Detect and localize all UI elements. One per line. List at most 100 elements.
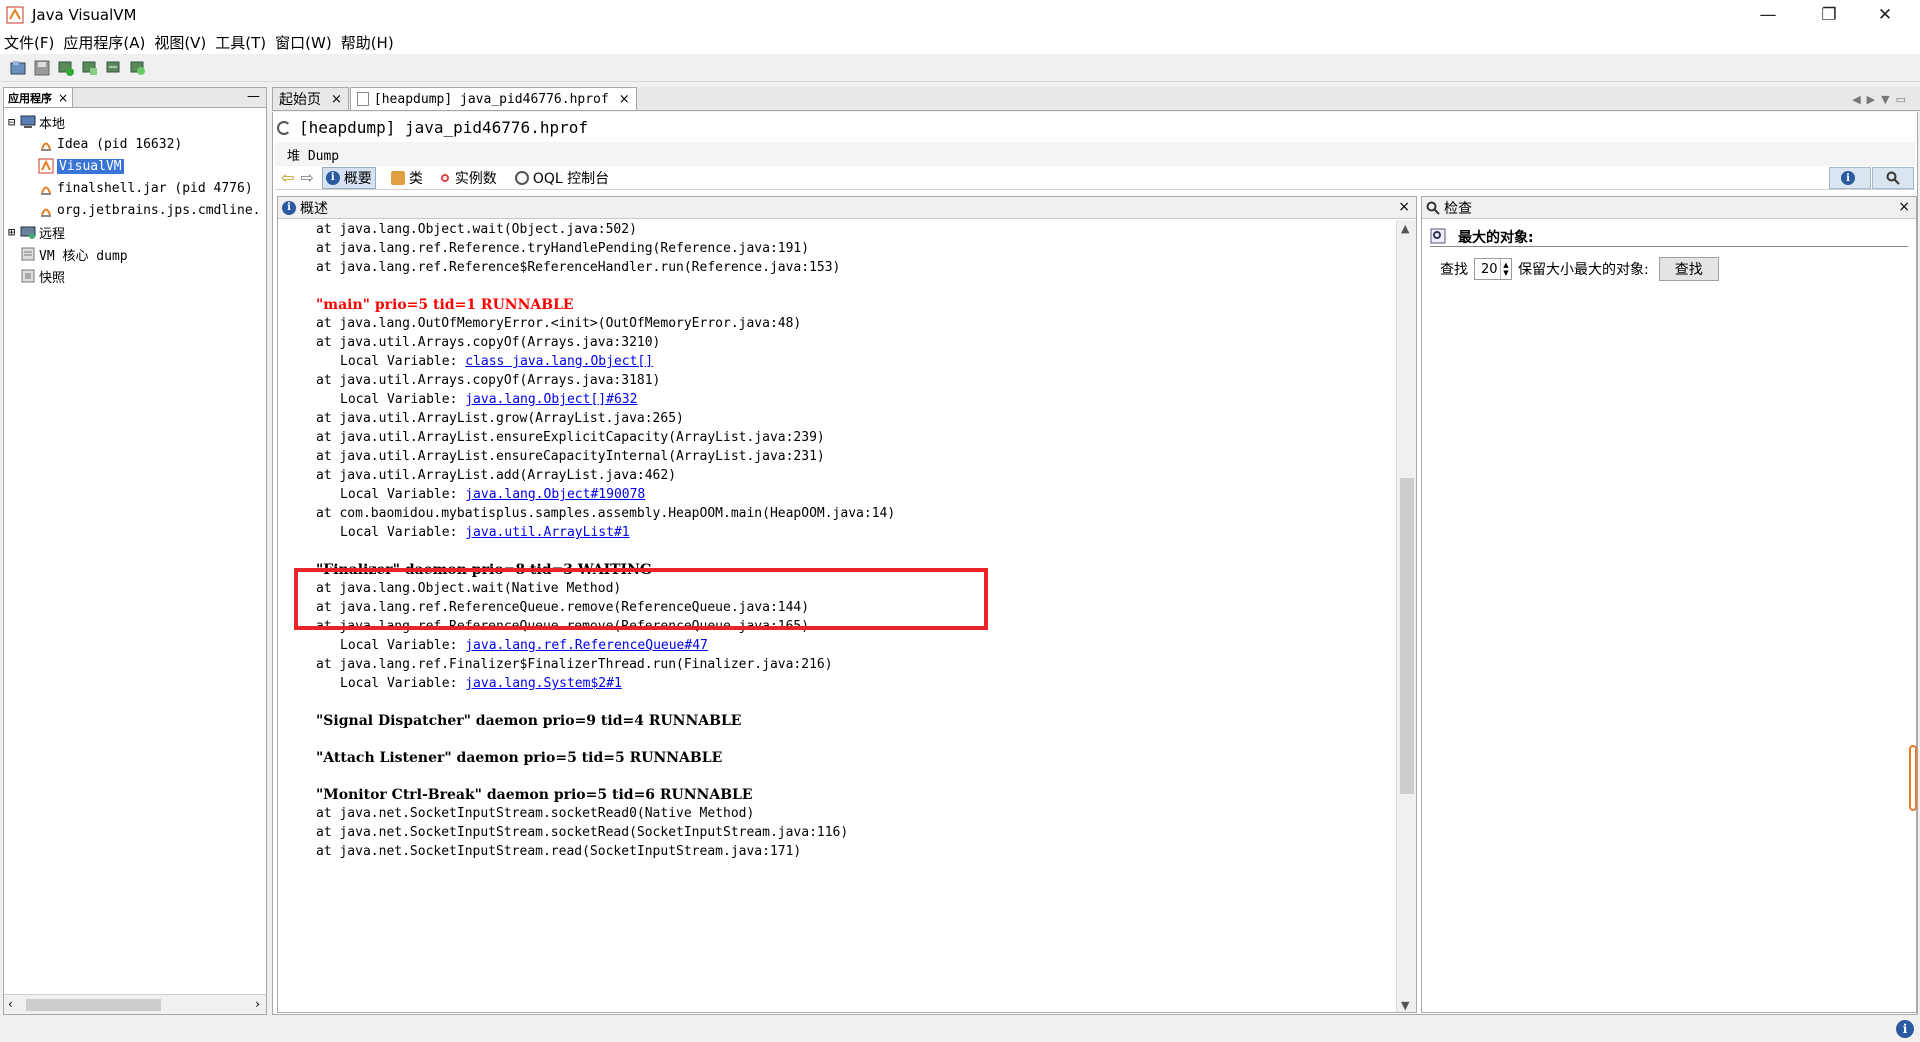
menu-tools[interactable]: 工具(T) [215, 32, 266, 53]
scrollbar-thumb[interactable] [26, 999, 161, 1011]
stack-line: at java.lang.ref.Reference$ReferenceHand… [316, 260, 841, 275]
collapse-icon[interactable]: ⊟ [8, 115, 20, 129]
tab-heapdump[interactable]: [heapdump] java_pid46776.hprof × [349, 87, 637, 110]
scroll-right-icon[interactable]: › [255, 997, 260, 1011]
scrollbar-thumb[interactable] [1400, 478, 1414, 794]
menu-applications[interactable]: 应用程序(A) [63, 32, 145, 53]
show-inspect-button[interactable] [1872, 167, 1914, 189]
thread-header: "Attach Listener" daemon prio=5 tid=5 RU… [316, 750, 723, 766]
menu-help[interactable]: 帮助(H) [341, 32, 394, 53]
tab-start-page[interactable]: 起始页 × [272, 87, 349, 110]
magnifier-icon [1886, 171, 1900, 185]
forward-arrow-icon[interactable]: ⇨ [300, 168, 313, 187]
tree-label-finalshell: finalshell.jar (pid 4776) [57, 180, 253, 196]
local-variable-link[interactable]: java.lang.System$2#1 [465, 676, 622, 691]
local-variable-link[interactable]: java.util.ArrayList#1 [465, 525, 629, 540]
edge-scroll-indicator [1909, 745, 1917, 811]
thread-dump-button[interactable] [104, 58, 124, 78]
save-button[interactable] [32, 58, 52, 78]
object-count-value: 20 [1481, 261, 1498, 277]
local-variable-link[interactable]: java.lang.ref.ReferenceQueue#47 [465, 638, 708, 653]
jmx-connection-icon [58, 61, 74, 76]
add-jmx-connection-button[interactable] [56, 58, 76, 78]
close-icon[interactable]: × [619, 92, 630, 107]
thread-header: "main" prio=5 tid=1 RUNNABLE [316, 297, 574, 313]
tree-label-visualvm: VisualVM [57, 158, 124, 174]
heap-dump-subtitle: 堆 Dump [287, 148, 340, 164]
overview-content: at java.lang.Object.wait(Object.java:502… [278, 220, 1396, 1012]
back-arrow-icon[interactable]: ⇦ [281, 168, 294, 187]
heap-dump-button[interactable] [80, 58, 100, 78]
tree-node-snapshots[interactable]: 快照 [20, 266, 65, 286]
scroll-left-icon[interactable]: ‹ [8, 997, 13, 1011]
document-title: [heapdump] java_pid46776.hprof [277, 118, 588, 137]
find-button[interactable]: 查找 [1658, 257, 1719, 281]
scroll-down-icon[interactable]: ▼ [1401, 999, 1409, 1012]
snapshot-button[interactable] [128, 58, 148, 78]
heapdump-document: [heapdump] java_pid46776.hprof 堆 Dump ⇦ … [272, 112, 1918, 1015]
tab-navigation-icons[interactable]: ◀▶▼▭ [1852, 93, 1912, 106]
menu-window[interactable]: 窗口(W) [275, 32, 332, 53]
menu-view[interactable]: 视图(V) [154, 32, 206, 53]
thread-header: "Monitor Ctrl-Break" daemon prio=5 tid=6… [316, 787, 753, 803]
main-toolbar [0, 54, 1920, 82]
tree-node-vm-core-dump[interactable]: VM 核心 dump [20, 244, 128, 264]
window-title: Java VisualVM [32, 6, 137, 24]
close-icon[interactable]: × [58, 91, 68, 105]
stack-line: at java.util.ArrayList.grow(ArrayList.ja… [316, 411, 684, 426]
local-variable-link[interactable]: class java.lang.Object[] [465, 354, 653, 369]
applications-tabbar: 应用程序 × — [4, 88, 266, 108]
notification-info-icon[interactable]: i [1896, 1020, 1914, 1038]
local-variable-label: Local Variable: [340, 638, 466, 653]
scroll-up-icon[interactable]: ▲ [1401, 222, 1409, 235]
thread-header: "Signal Dispatcher" daemon prio=9 tid=4 … [316, 713, 742, 729]
close-icon[interactable]: × [331, 92, 342, 107]
horizontal-scrollbar[interactable]: ‹ › [4, 994, 266, 1014]
snapshot-folder-icon [21, 269, 35, 283]
load-snapshot-icon [10, 60, 26, 74]
tree-node-idea[interactable]: Idea (pid 16632) [38, 134, 182, 154]
close-window-button[interactable]: ✕ [1862, 0, 1908, 30]
java-process-icon [41, 208, 51, 217]
find-biggest-row: 查找 20 ▲ ▼ 保留大小最大的对象: 查找 [1440, 257, 1719, 281]
red-highlight-box [294, 568, 988, 630]
tab-start-page-label: 起始页 [279, 92, 321, 108]
oql-icon [514, 170, 529, 185]
local-variable-link[interactable]: java.lang.Object[]#632 [465, 392, 637, 407]
document-title-text: [heapdump] java_pid46776.hprof [299, 118, 588, 137]
maximize-button[interactable]: ❐ [1806, 0, 1852, 30]
minimize-panel-button[interactable]: — [247, 89, 260, 104]
view-instances-button[interactable]: 实例数 [438, 167, 500, 189]
local-variable-link[interactable]: java.lang.Object#190078 [465, 487, 645, 502]
minimize-button[interactable]: — [1745, 0, 1791, 30]
close-icon[interactable]: × [1398, 199, 1410, 215]
applications-tab[interactable]: 应用程序 × [4, 88, 74, 107]
local-variable-line: Local Variable: java.lang.Object#190078 [340, 485, 645, 505]
menu-file[interactable]: 文件(F) [4, 32, 54, 53]
load-application-snapshot-button[interactable] [8, 58, 28, 78]
file-icon [356, 92, 369, 106]
tree-node-visualvm[interactable]: VisualVM [38, 156, 124, 176]
local-variable-label: Local Variable: [340, 392, 466, 407]
stack-line: at java.util.ArrayList.add(ArrayList.jav… [316, 468, 677, 483]
tree-node-finalshell[interactable]: finalshell.jar (pid 4776) [38, 178, 253, 198]
local-variable-label: Local Variable: [340, 487, 466, 502]
view-oql-console-button[interactable]: OQL 控制台 [512, 167, 612, 189]
close-icon[interactable]: × [1898, 199, 1910, 215]
biggest-objects-heading: 最大的对象: [1458, 229, 1534, 246]
spinner-arrows-icon[interactable]: ▲ ▼ [1500, 259, 1511, 279]
snapshot-icon [130, 61, 145, 75]
vertical-scrollbar[interactable]: ▲ ▼ [1396, 220, 1416, 1012]
magnifier-icon [1426, 201, 1440, 215]
title-bar: Java VisualVM [0, 0, 1920, 30]
applications-tab-label: 应用程序 [8, 91, 52, 105]
view-summary-button[interactable]: i 概要 [321, 166, 376, 189]
tree-node-local[interactable]: ⊟ 本地 [8, 112, 65, 132]
view-classes-button[interactable]: 类 [388, 167, 426, 189]
local-variable-line: Local Variable: java.lang.ref.ReferenceQ… [340, 636, 708, 656]
tree-node-remote[interactable]: ⊞ 远程 [8, 222, 65, 242]
show-info-button[interactable]: i [1829, 167, 1871, 189]
object-count-spinner[interactable]: 20 ▲ ▼ [1474, 258, 1512, 280]
expand-icon[interactable]: ⊞ [8, 225, 20, 239]
tree-node-jetbrains[interactable]: org.jetbrains.jps.cmdline. [38, 200, 261, 220]
